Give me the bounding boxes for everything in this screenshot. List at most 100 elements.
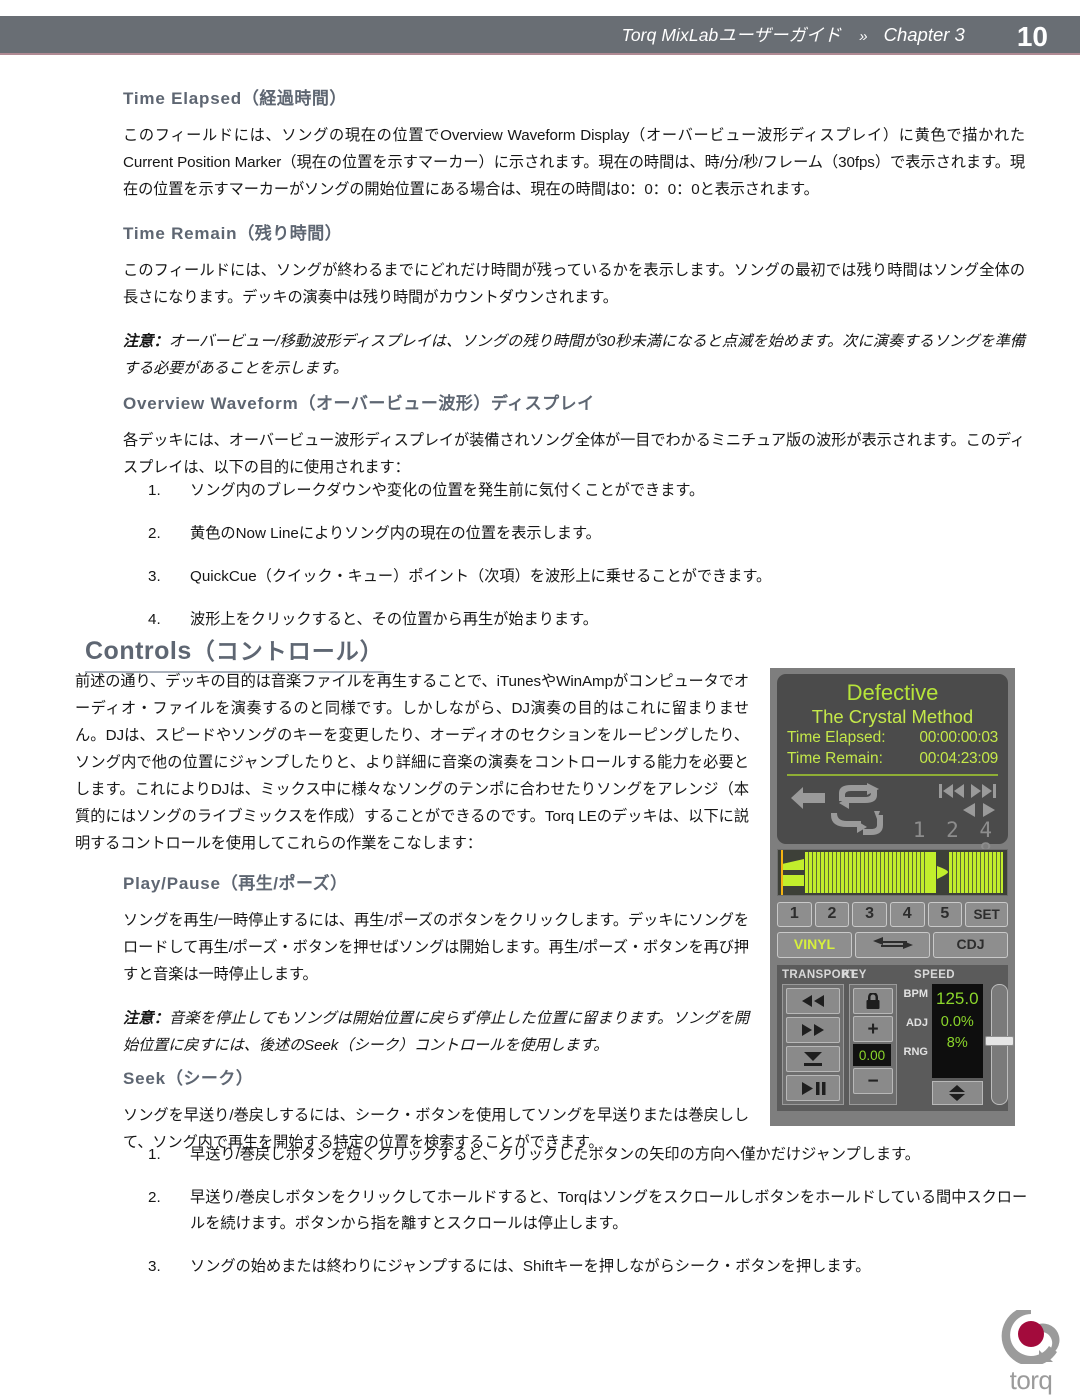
cdj-mode-button[interactable]: CDJ: [933, 932, 1008, 958]
play-pause-note: 注意：音楽を停止してもソングは開始位置に戻らず停止した位置に留まります。ソングを…: [123, 1005, 749, 1059]
list-item: 4. 波形上をクリックすると、その位置から再生が始まります。: [148, 607, 1028, 633]
time-remain-note: 注意：オーバービュー/移動波形ディスプレイは、ソングの残り時間が30秒未満になる…: [123, 328, 1025, 382]
list-item: 2. 黄色のNow Lineによりソング内の現在の位置を表示します。: [148, 521, 1028, 547]
deck-icon-row: 1 2 4 8: [785, 781, 1000, 862]
controls-heading-jp: （コントロール）: [191, 638, 384, 664]
list-item-text: 波形上をクリックすると、その位置から再生が始まります。: [190, 610, 598, 628]
play-pause-button[interactable]: [786, 1075, 840, 1101]
torq-swirl-icon: [1001, 1306, 1060, 1366]
rewind-icon: [802, 995, 824, 1007]
loop-icon[interactable]: [827, 783, 889, 844]
quickcue-button-row: 1 2 3 4 5 SET: [777, 902, 1008, 927]
section-play-pause: Play/Pause（再生/ポーズ） ソングを再生/一時停止するには、再生/ポー…: [123, 869, 749, 1059]
quickcue-button-5[interactable]: 5: [927, 902, 963, 927]
list-item: 3. QuickCue（クイック・キュー）ポイント（次項）を波形上に乗せることがで…: [148, 564, 1028, 590]
torq-logo: torq: [995, 1306, 1067, 1393]
controls-body-wrap: 前述の通り、デッキの目的は音楽ファイルを再生することで、iTunesやWinAm…: [75, 668, 749, 857]
key-up-button[interactable]: +: [853, 1016, 893, 1042]
speed-control-group: BPM ADJ RNG 125.0 0.0% 8%: [902, 984, 1014, 1105]
quickcue-set-button[interactable]: SET: [965, 902, 1008, 927]
list-item-number: 3.: [148, 1257, 161, 1275]
seek-heading: Seek（シーク）: [123, 1064, 749, 1089]
nudge-back-icon[interactable]: [962, 802, 976, 818]
list-item: 1. ソング内のブレークダウンや変化の位置を発生前に気付くことができます。: [148, 478, 1028, 504]
time-remain-note-body: オーバービュー/移動波形ディスプレイは、ソングの残り時間が30秒未満になると点滅…: [123, 333, 1026, 378]
fast-forward-icon: [802, 1024, 824, 1036]
fast-forward-button[interactable]: [786, 1017, 840, 1043]
play-pause-body: ソングを再生/一時停止するには、再生/ポーズのボタンをクリックします。デッキにソ…: [123, 912, 749, 984]
play-pause-heading-en: Play/Pause: [123, 874, 221, 893]
list-item: 2. 早送り/巻戻しボタンをクリックしてホールドすると、Torqはソングをスクロー…: [148, 1185, 1028, 1237]
torq-wordmark: torq: [1009, 1365, 1053, 1395]
deck-lower-panel: TRANSPORT KEY SPEED + 0.00 − BPM ADJ RNG…: [777, 965, 1014, 1111]
play-pause-note-label: 注意：: [123, 1010, 170, 1028]
speed-fader-track[interactable]: [984, 984, 1014, 1105]
nudge-forward-icon[interactable]: [982, 802, 996, 818]
rng-value: 8%: [946, 1034, 968, 1051]
quickcue-button-1[interactable]: 1: [777, 902, 812, 927]
cue-button[interactable]: [786, 1046, 840, 1072]
time-elapsed-body: このフィールドには、ソングの現在の位置でOverview Waveform Di…: [123, 127, 1025, 199]
speed-label: SPEED: [914, 969, 955, 981]
seek-heading-jp: （シーク）: [165, 1069, 254, 1088]
deck-nudge-icons: [962, 802, 996, 818]
time-remain-note-label: 注意：: [123, 333, 169, 351]
scratch-toggle-button[interactable]: [855, 932, 930, 958]
quickcue-button-4[interactable]: 4: [889, 902, 925, 927]
play-pause-icon: [802, 1081, 826, 1095]
speed-readout-panel: 125.0 0.0% 8%: [932, 984, 983, 1078]
list-item-number: 4.: [148, 610, 161, 628]
overview-waveform-list: 1. ソング内のブレークダウンや変化の位置を発生前に気付くことができます。 2. 黄…: [148, 478, 1028, 649]
vinyl-mode-button[interactable]: VINYL: [777, 932, 852, 958]
overview-waveform-display[interactable]: [777, 849, 1008, 896]
overview-waveform-heading-en: Overview Waveform: [123, 394, 299, 413]
header-chapter-label: Chapter 3: [883, 24, 965, 45]
deck-track-title: Defective: [846, 680, 939, 705]
controls-heading-wrap: Controls（コントロール）: [85, 632, 384, 673]
time-remain-heading-jp: （残り時間）: [237, 224, 343, 243]
speed-readout-wrap: 125.0 0.0% 8%: [932, 984, 983, 1105]
rewind-button[interactable]: [786, 988, 840, 1014]
transport-label: TRANSPORT: [782, 969, 858, 981]
quickcue-button-2[interactable]: 2: [814, 902, 850, 927]
time-elapsed-heading: Time Elapsed（経過時間）: [123, 84, 1025, 109]
controls-heading-en: Controls: [85, 637, 192, 665]
time-elapsed-heading-en: Time Elapsed: [123, 89, 242, 108]
key-lock-button[interactable]: [853, 988, 893, 1014]
speed-fader-handle[interactable]: [984, 1036, 1014, 1047]
section-time-remain: Time Remain（残り時間） このフィールドには、ソングが終わるまでにどれ…: [123, 219, 1025, 382]
reverse-arrow-icon[interactable]: [789, 783, 827, 818]
adj-value: 0.0%: [940, 1013, 974, 1030]
bpm-value: 125.0: [936, 989, 979, 1008]
list-item-text: ソング内のブレークダウンや変化の位置を発生前に気付くことができます。: [190, 482, 705, 499]
play-pause-note-body: 音楽を停止してもソングは開始位置に戻らず停止した位置に留まります。ソングを開始位…: [123, 1010, 749, 1055]
skip-back-icon[interactable]: [939, 783, 965, 799]
list-item: 1. 早送り/巻戻しボタンを短くクリックすると、クリックしたボタンの矢印の方向へ僅…: [148, 1142, 1028, 1168]
list-item-text: ソングの始めまたは終わりにジャンプするには、Shiftキーを押しながらシーク・ボ…: [190, 1257, 871, 1275]
time-remain-body: このフィールドには、ソングが終わるまでにどれだけ時間が残っているかを表示します。…: [123, 262, 1025, 307]
deck-time-elapsed-row: Time Elapsed: 00:00:00:03: [785, 728, 1000, 749]
waveform-graphic: [778, 850, 1007, 895]
overview-waveform-heading-jp: （オーバービュー波形）ディスプレイ: [298, 394, 595, 413]
section-overview-waveform: Overview Waveform（オーバービュー波形）ディスプレイ 各デッキに…: [123, 389, 1025, 481]
key-control-group: + 0.00 −: [849, 984, 897, 1105]
speed-nudge-button[interactable]: [932, 1081, 983, 1105]
key-down-button[interactable]: −: [853, 1068, 893, 1094]
up-down-arrow-icon: [949, 1085, 966, 1101]
page-number: 10: [1016, 20, 1048, 52]
skip-forward-icon[interactable]: [970, 783, 996, 799]
key-value-readout: 0.00: [853, 1044, 891, 1066]
deck-time-remain-row: Time Remain: 00:04:23:09: [785, 749, 1000, 770]
list-item-text: 黄色のNow Lineによりソング内の現在の位置を表示します。: [190, 524, 601, 542]
seek-heading-en: Seek: [123, 1069, 166, 1088]
list-item: 3. ソングの始めまたは終わりにジャンプするには、Shiftキーを押しながらシーク…: [148, 1254, 1028, 1280]
deck-time-elapsed-label: Time Elapsed:: [787, 729, 886, 747]
list-item-text: 早送り/巻戻しボタンをクリックしてホールドすると、Torqはソングをスクロールし…: [190, 1188, 1028, 1232]
deck-time-elapsed-value: 00:00:00:03: [919, 729, 998, 747]
list-item-number: 2.: [148, 1188, 161, 1206]
list-item-number: 1.: [148, 1146, 161, 1163]
deck-controls-grid: + 0.00 − BPM ADJ RNG 125.0 0.0% 8%: [782, 984, 1014, 1105]
quickcue-button-3[interactable]: 3: [852, 902, 887, 927]
list-item-number: 3.: [148, 567, 161, 585]
speed-readout-labels: BPM ADJ RNG: [902, 984, 928, 1105]
